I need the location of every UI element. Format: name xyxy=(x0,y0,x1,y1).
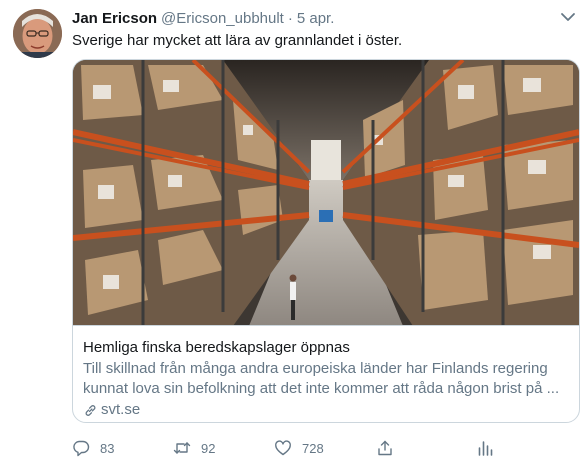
reply-button[interactable]: 83 xyxy=(72,437,114,459)
avatar[interactable] xyxy=(13,9,62,58)
like-count: 728 xyxy=(302,440,324,456)
author-name[interactable]: Jan Ericson xyxy=(72,10,157,27)
card-domain-text: svt.se xyxy=(101,401,141,418)
card-body: Hemliga finska beredskapslager öppnas Ti… xyxy=(83,338,571,420)
like-button[interactable]: 728 xyxy=(274,437,324,459)
card-description-line-1: Till skillnad från många andra europeisk… xyxy=(83,360,548,377)
reply-count: 83 xyxy=(100,440,115,456)
tweet-actions: 83 92 728 xyxy=(72,437,502,459)
author-handle[interactable]: @Ericson_ubbhult xyxy=(161,10,284,27)
tweet[interactable]: Jan Ericson @Ericson_ubbhult · 5 apr. Sveri… xyxy=(0,0,587,464)
link-card[interactable]: Hemliga finska beredskapslager öppnas Ti… xyxy=(72,59,580,423)
share-icon xyxy=(378,440,392,456)
retweet-button[interactable]: 92 xyxy=(173,437,215,459)
link-icon xyxy=(85,404,96,416)
more-options-button[interactable] xyxy=(557,8,579,26)
avatar-photo xyxy=(13,9,62,58)
analytics-icon xyxy=(478,441,493,456)
chevron-down-icon xyxy=(561,13,575,21)
warehouse-photo xyxy=(73,60,579,325)
tweet-header: Jan Ericson @Ericson_ubbhult · 5 apr. xyxy=(72,9,334,29)
card-title[interactable]: Hemliga finska beredskapslager öppnas xyxy=(83,338,571,358)
reply-icon xyxy=(73,440,90,457)
card-description-line-2: kunnat lova sin befolkning att det inte … xyxy=(83,380,560,397)
heart-icon xyxy=(275,440,291,456)
card-domain[interactable]: svt.se xyxy=(83,400,571,420)
share-button[interactable] xyxy=(376,437,394,459)
tweet-date[interactable]: 5 apr. xyxy=(297,10,335,27)
separator-dot: · xyxy=(287,10,293,27)
card-image[interactable] xyxy=(73,60,579,326)
retweet-count: 92 xyxy=(201,440,216,456)
retweet-icon xyxy=(173,442,191,454)
analytics-button[interactable] xyxy=(476,437,494,459)
tweet-text: Sverige har mycket att lära av grannland… xyxy=(72,32,403,49)
